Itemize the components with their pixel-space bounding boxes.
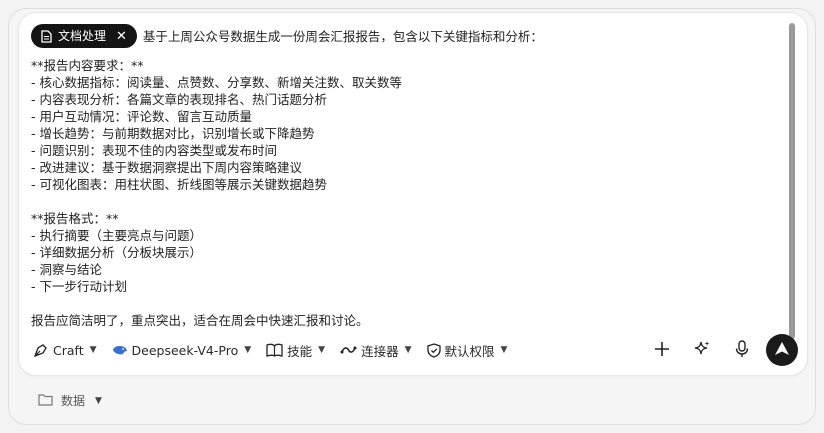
folder-selector[interactable]: 数据 ▼ bbox=[38, 392, 102, 409]
skills-selector[interactable]: 技能 ▼ bbox=[266, 341, 325, 360]
connectors-selector[interactable]: 连接器 ▼ bbox=[340, 341, 412, 360]
model-selector[interactable]: Deepseek-V4-Pro ▼ bbox=[112, 342, 252, 358]
send-button[interactable] bbox=[766, 334, 798, 366]
model-label: Deepseek-V4-Pro bbox=[131, 342, 239, 358]
chevron-down-icon: ▼ bbox=[89, 345, 97, 355]
prompt-line: **报告格式：** bbox=[31, 211, 119, 226]
folder-label: 数据 bbox=[61, 394, 86, 408]
enhance-button[interactable] bbox=[682, 332, 722, 368]
prompt-line: - 用户互动情况：评论数、留言互动质量 bbox=[31, 109, 252, 124]
prompt-line: - 执行摘要（主要亮点与问题） bbox=[31, 228, 202, 243]
prompt-line: - 可视化图表：用柱状图、折线图等展示关键数据趋势 bbox=[31, 177, 327, 192]
chevron-down-icon: ▼ bbox=[318, 345, 326, 355]
arrow-up-icon bbox=[774, 341, 790, 360]
prompt-line: 报告应简洁明了，重点突出，适合在周会中快速汇报和讨论。 bbox=[31, 313, 369, 328]
add-button[interactable] bbox=[642, 332, 682, 368]
scrollbar[interactable] bbox=[789, 23, 795, 339]
composer-toolbar: Craft ▼ Deepseek-V4-Pro ▼ 技能 ▼ 连接器 ▼ 默认权… bbox=[33, 334, 798, 366]
shield-check-icon bbox=[426, 342, 441, 358]
composer-card[interactable]: 文档处理 ✕ 基于上周公众号数据生成一份周会汇报报告，包含以下关键指标和分析： … bbox=[18, 12, 808, 376]
prompt-line bbox=[31, 193, 781, 210]
prompt-first-line: 基于上周公众号数据生成一份周会汇报报告，包含以下关键指标和分析： bbox=[142, 28, 543, 44]
prompt-line: - 核心数据指标：阅读量、点赞数、分享数、新增关注数、取关数等 bbox=[31, 75, 402, 90]
book-icon bbox=[266, 343, 283, 357]
prompt-line bbox=[31, 295, 781, 312]
mode-label: Craft bbox=[53, 342, 84, 358]
permission-label: 默认权限 bbox=[444, 343, 495, 359]
connector-icon bbox=[340, 343, 357, 357]
prompt-line: - 下一步行动计划 bbox=[31, 279, 127, 294]
skills-label: 技能 bbox=[287, 343, 313, 359]
folder-icon bbox=[38, 393, 53, 409]
chevron-down-icon: ▼ bbox=[404, 345, 412, 355]
close-icon[interactable]: ✕ bbox=[116, 30, 127, 43]
plus-icon bbox=[654, 341, 670, 360]
microphone-icon bbox=[735, 339, 749, 361]
prompt-line: - 问题识别：表现不佳的内容类型或发布时间 bbox=[31, 143, 277, 158]
tag-chip[interactable]: 文档处理 ✕ bbox=[31, 24, 137, 48]
connectors-label: 连接器 bbox=[361, 343, 399, 359]
prompt-line: - 改进建议：基于数据洞察提出下周内容策略建议 bbox=[31, 160, 302, 175]
tag-chip-label: 文档处理 bbox=[58, 28, 107, 43]
chevron-down-icon: ▼ bbox=[244, 345, 252, 355]
mode-selector[interactable]: Craft ▼ bbox=[33, 342, 97, 358]
chevron-down-icon: ▼ bbox=[95, 395, 102, 406]
prompt-line: **报告内容要求：** bbox=[31, 58, 144, 73]
prompt-input[interactable]: 文档处理 ✕ 基于上周公众号数据生成一份周会汇报报告，包含以下关键指标和分析： … bbox=[31, 23, 781, 335]
prompt-line: - 洞察与结论 bbox=[31, 262, 102, 277]
pen-nib-icon bbox=[33, 342, 49, 358]
prompt-line: - 增长趋势：与前期数据对比，识别增长或下降趋势 bbox=[31, 126, 315, 141]
document-icon bbox=[41, 29, 52, 43]
permission-selector[interactable]: 默认权限 ▼ bbox=[426, 341, 508, 360]
prompt-line: - 内容表现分析：各篇文章的表现排名、热门话题分析 bbox=[31, 92, 327, 107]
chevron-down-icon: ▼ bbox=[500, 345, 508, 355]
voice-input-button[interactable] bbox=[722, 332, 762, 368]
sparkle-icon bbox=[693, 340, 711, 361]
whale-icon bbox=[112, 343, 128, 357]
prompt-line: - 详细数据分析（分板块展示） bbox=[31, 245, 202, 260]
